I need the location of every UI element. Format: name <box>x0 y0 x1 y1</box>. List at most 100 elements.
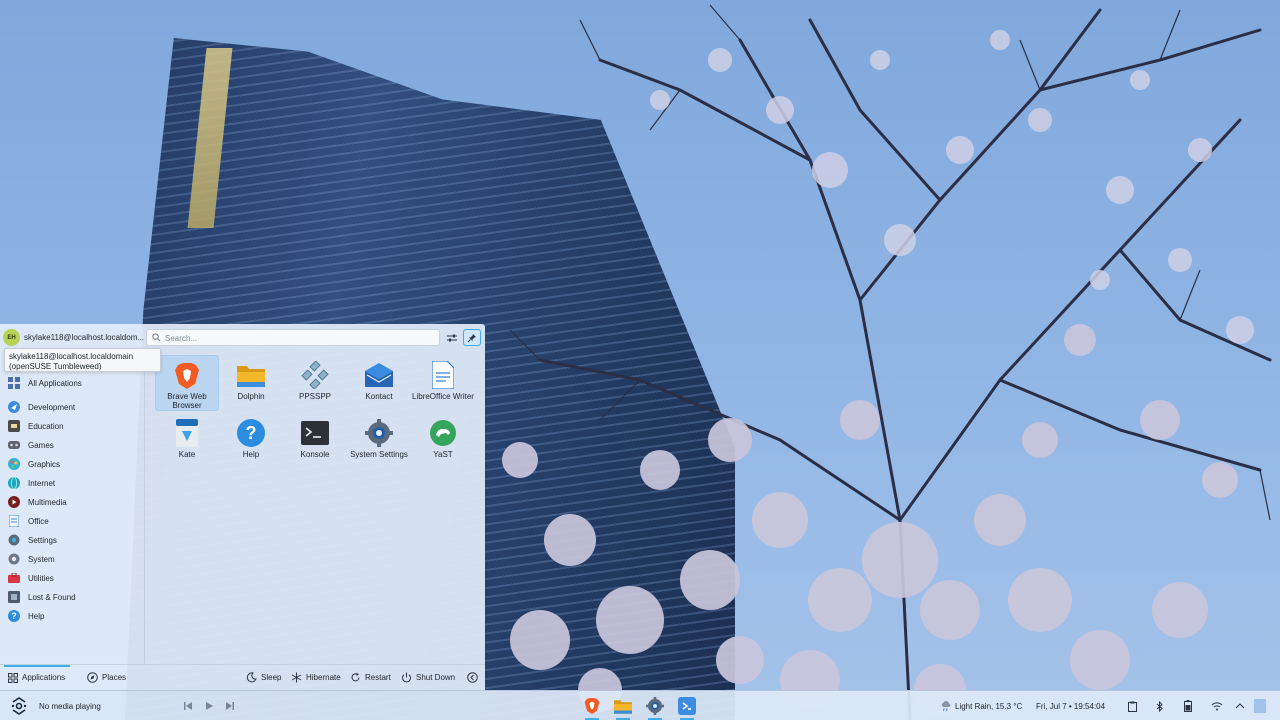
help-icon: ? <box>236 418 266 448</box>
leave-options-button[interactable] <box>467 665 482 690</box>
category-settings[interactable]: Settings <box>0 531 144 549</box>
app-help[interactable]: ? Help <box>219 413 283 469</box>
search-input[interactable] <box>165 331 435 345</box>
ppsspp-icon <box>300 360 330 390</box>
development-icon <box>8 401 20 413</box>
category-graphics[interactable]: Graphics <box>0 455 144 473</box>
media-next-button[interactable] <box>223 691 237 720</box>
play-icon <box>206 702 213 710</box>
clock[interactable]: Fri, Jul 7 • 19:54:04 <box>1036 691 1105 720</box>
app-brave[interactable]: Brave Web Browser <box>155 355 219 411</box>
clipboard-icon <box>1127 701 1137 712</box>
category-help[interactable]: ? Help <box>0 607 144 625</box>
folder-icon <box>614 700 632 714</box>
configure-button[interactable] <box>443 329 460 346</box>
category-education[interactable]: Education <box>0 417 144 435</box>
svg-text:?: ? <box>11 611 17 621</box>
gamepad-icon <box>8 439 20 451</box>
category-lost-found[interactable]: Lost & Found <box>0 588 144 606</box>
user-name[interactable]: skylake118@localhost.localdom... <box>24 333 144 342</box>
search-box[interactable] <box>146 329 440 346</box>
chevron-up-icon <box>1235 703 1245 709</box>
gear-icon <box>364 418 394 448</box>
tray-bluetooth[interactable] <box>1151 691 1169 720</box>
skip-previous-icon <box>184 702 192 710</box>
restart-icon <box>351 672 360 682</box>
svg-text:?: ? <box>246 423 257 443</box>
category-internet[interactable]: Internet <box>0 474 144 492</box>
show-desktop-icon <box>1254 699 1266 713</box>
app-ppsspp[interactable]: PPSSPP <box>283 355 347 411</box>
media-previous-button[interactable] <box>181 691 195 720</box>
skip-next-icon <box>226 702 234 710</box>
taskbar: No media playing Light Rain, 15.3 °C Fri… <box>0 690 1280 720</box>
search-icon <box>152 333 161 342</box>
chevron-left-icon <box>467 672 478 683</box>
snowflake-icon <box>291 672 302 683</box>
app-yast[interactable]: YaST <box>411 413 475 469</box>
tray-battery[interactable] <box>1179 691 1197 720</box>
task-dolphin[interactable] <box>610 691 636 720</box>
pin-icon <box>467 333 476 342</box>
pin-button[interactable] <box>463 329 481 346</box>
hibernate-button[interactable]: Hibernate <box>291 665 341 690</box>
category-utilities[interactable]: Utilities <box>0 569 144 587</box>
multimedia-icon <box>8 496 20 508</box>
show-desktop-button[interactable] <box>1253 691 1267 720</box>
tray-clipboard[interactable] <box>1123 691 1141 720</box>
category-games[interactable]: Games <box>0 436 144 454</box>
graphics-icon <box>8 458 20 470</box>
app-dolphin[interactable]: Dolphin <box>219 355 283 411</box>
sleep-button[interactable]: Sleep <box>246 665 281 690</box>
tray-wifi[interactable] <box>1208 691 1226 720</box>
shutdown-button[interactable]: Shut Down <box>401 665 455 690</box>
grid-icon <box>8 377 20 389</box>
toolbox-icon <box>8 572 20 584</box>
category-office[interactable]: Office <box>0 512 144 530</box>
launcher-header: EH skylake118@localhost.localdom... <box>0 324 485 350</box>
app-konsole[interactable]: Konsole <box>283 413 347 469</box>
tab-places[interactable]: Places <box>87 665 126 690</box>
app-kate[interactable]: Kate <box>155 413 219 469</box>
sliders-icon <box>446 334 457 341</box>
system-icon <box>8 553 20 565</box>
help-icon: ? <box>8 610 20 622</box>
task-discover[interactable] <box>674 691 700 720</box>
user-tooltip: skylake118@localhost.localdomain (openSU… <box>4 348 161 372</box>
task-system-settings[interactable] <box>642 691 668 720</box>
restart-button[interactable]: Restart <box>350 665 391 690</box>
category-sidebar: All Applications Development Education G… <box>0 372 144 664</box>
writer-icon <box>428 360 458 390</box>
terminal-icon <box>300 418 330 448</box>
category-development[interactable]: Development <box>0 398 144 416</box>
task-brave[interactable] <box>579 691 605 720</box>
education-icon <box>8 420 20 432</box>
launcher-button[interactable] <box>8 691 30 720</box>
kate-icon <box>172 418 202 448</box>
bluetooth-icon <box>1156 700 1163 712</box>
tray-expand-button[interactable] <box>1231 691 1249 720</box>
media-play-button[interactable] <box>202 691 216 720</box>
tab-applications[interactable]: Applications <box>8 665 65 690</box>
category-all-applications[interactable]: All Applications <box>0 374 144 392</box>
weather-widget[interactable]: Light Rain, 15.3 °C <box>940 691 1022 720</box>
user-avatar[interactable]: EH <box>3 329 20 346</box>
brave-icon <box>584 698 600 714</box>
office-icon <box>8 515 20 527</box>
launcher-footer: Applications Places Sleep Hibernate Rest… <box>0 664 485 690</box>
app-libreoffice-writer[interactable]: LibreOffice Writer <box>411 355 475 411</box>
kontact-icon <box>364 360 394 390</box>
category-system[interactable]: System <box>0 550 144 568</box>
yast-icon <box>428 418 458 448</box>
compass-icon <box>87 672 98 683</box>
grid-icon <box>8 672 18 683</box>
wallpaper-cherry-tree <box>502 4 1272 720</box>
media-status: No media playing <box>39 701 101 711</box>
lost-found-icon <box>8 591 20 603</box>
gear-icon <box>646 697 664 715</box>
category-multimedia[interactable]: Multimedia <box>0 493 144 511</box>
sleep-icon <box>246 672 257 683</box>
app-system-settings[interactable]: System Settings <box>347 413 411 469</box>
app-kontact[interactable]: Kontact <box>347 355 411 411</box>
wifi-icon <box>1211 702 1223 711</box>
